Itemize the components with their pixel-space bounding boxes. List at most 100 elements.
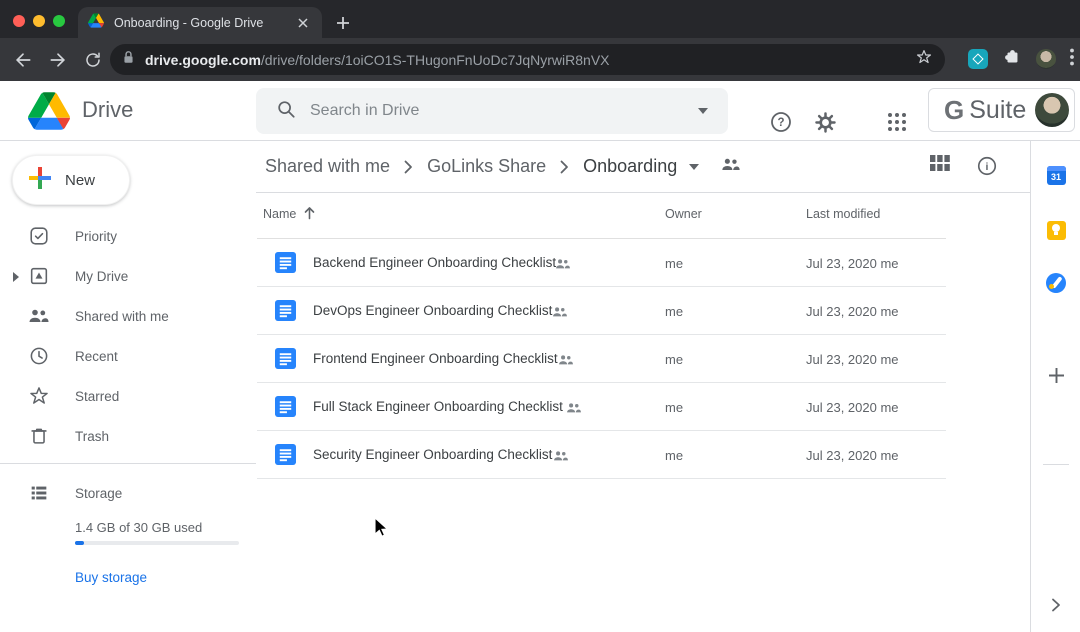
google-drive-window: Onboarding - Google Drive drive.google.c… [0,0,1080,632]
sidebar-label: Shared with me [75,309,169,324]
column-header-owner[interactable]: Owner [665,207,702,221]
priority-icon [27,224,51,248]
google-docs-icon [275,396,296,422]
search-input[interactable] [310,102,698,120]
bookmark-star-icon[interactable] [915,48,933,71]
side-panel-rail: 31 [1030,141,1080,632]
file-list: Backend Engineer Onboarding Checklist me… [257,239,946,479]
gsuite-label: Suite [969,96,1035,125]
new-tab-button[interactable] [332,12,354,34]
table-row[interactable]: Backend Engineer Onboarding Checklist me… [257,239,946,287]
tab-close-icon[interactable] [294,14,312,32]
sidebar-label: Trash [75,429,109,444]
column-header-modified[interactable]: Last modified [806,207,880,221]
file-owner: me [665,448,683,463]
help-icon[interactable]: ? [769,110,793,134]
file-name: Frontend Engineer Onboarding Checklist [313,351,558,366]
settings-gear-icon[interactable] [813,110,837,134]
search-options-caret-icon[interactable] [698,108,708,114]
sidebar-item-recent[interactable]: Recent [0,336,240,376]
sidebar-item-shared-with-me[interactable]: Shared with me [0,296,240,336]
new-button-label: New [65,172,95,189]
search-box[interactable] [256,88,728,134]
grid-view-icon[interactable] [930,155,950,182]
shared-people-icon [552,305,568,323]
file-owner: me [665,256,683,271]
google-docs-icon [275,348,296,374]
browser-tab[interactable]: Onboarding - Google Drive [78,7,322,38]
table-row[interactable]: Frontend Engineer Onboarding Checklist m… [257,335,946,383]
table-row[interactable]: Full Stack Engineer Onboarding Checklist… [257,383,946,431]
zoom-window-button[interactable] [53,15,65,27]
minimize-window-button[interactable] [33,15,45,27]
breadcrumb-shared-with-me[interactable]: Shared with me [265,156,390,177]
google-docs-icon [275,252,296,278]
svg-text:?: ? [777,117,784,129]
sidebar-item-starred[interactable]: Starred [0,376,240,416]
sidebar-divider [0,463,256,464]
shared-people-icon [553,449,569,467]
info-icon[interactable]: i [976,155,998,182]
address-bar[interactable]: drive.google.com/drive/folders/1oiCO1S-T… [110,44,945,75]
search-icon[interactable] [276,99,296,124]
reload-button[interactable] [80,47,106,73]
breadcrumb: Shared with me GoLinks Share Onboarding [256,141,1030,193]
new-button[interactable]: New [12,155,130,205]
svg-text:i: i [986,161,989,173]
mouse-cursor [374,517,390,544]
gsuite-g-logo: G [944,95,964,126]
drive-logo[interactable] [28,92,70,135]
starred-icon [27,384,51,408]
file-name: Security Engineer Onboarding Checklist [313,447,552,462]
storage-icon [27,481,51,505]
column-header-name[interactable]: Name [263,207,296,221]
file-name: Full Stack Engineer Onboarding Checklist [313,399,563,414]
tasks-icon[interactable] [1044,271,1068,295]
folder-menu-caret-icon[interactable] [689,164,699,170]
keep-icon[interactable] [1044,218,1068,242]
close-window-button[interactable] [13,15,25,27]
sidebar-item-trash[interactable]: Trash [0,416,240,456]
gsuite-account-badge[interactable]: G Suite [928,88,1075,132]
file-name: DevOps Engineer Onboarding Checklist [313,303,552,318]
buy-storage-link[interactable]: Buy storage [75,570,147,585]
trash-icon [27,424,51,448]
shared-people-icon [566,401,582,419]
expand-arrow-icon[interactable] [13,272,19,282]
url-path: /drive/folders/1oiCO1S-THugonFnUoDc7JqNy… [261,52,610,68]
account-avatar[interactable] [1035,93,1069,127]
browser-profile-avatar[interactable] [1036,49,1056,69]
storage-label: Storage [75,486,122,501]
sidebar-item-priority[interactable]: Priority [0,216,240,256]
file-modified: Jul 23, 2020 me [806,304,899,319]
url-domain: drive.google.com [145,52,261,68]
sidebar-label: My Drive [75,269,128,284]
table-row[interactable]: Security Engineer Onboarding Checklist m… [257,431,946,479]
forward-button[interactable] [45,47,71,73]
extensions-puzzle-icon[interactable] [1002,47,1022,72]
table-row[interactable]: DevOps Engineer Onboarding Checklist me … [257,287,946,335]
sidebar-item-my-drive[interactable]: My Drive [0,256,240,296]
hide-panel-chevron-icon[interactable] [1044,593,1068,617]
file-modified: Jul 23, 2020 me [806,256,899,271]
drive-header: Drive ? [0,81,1080,141]
file-owner: me [665,400,683,415]
back-button[interactable] [10,47,36,73]
breadcrumb-onboarding[interactable]: Onboarding [583,156,677,177]
breadcrumb-golinks-share[interactable]: GoLinks Share [427,156,546,177]
storage-progress-fill [75,541,84,545]
google-docs-icon [275,444,296,470]
calendar-icon[interactable]: 31 [1044,163,1068,187]
storage-progress-bar [75,541,239,545]
google-apps-grid-icon[interactable] [885,110,909,134]
file-modified: Jul 23, 2020 me [806,352,899,367]
sidebar-item-storage[interactable]: Storage [0,473,240,513]
file-name: Backend Engineer Onboarding Checklist [313,255,556,270]
browser-menu-icon[interactable] [1070,48,1074,71]
browser-tab-strip: Onboarding - Google Drive [0,0,1080,38]
get-add-ons-plus-icon[interactable] [1044,363,1068,387]
sort-ascending-icon[interactable] [303,206,316,225]
lock-icon [122,50,135,70]
file-modified: Jul 23, 2020 me [806,448,899,463]
golinks-extension-icon[interactable] [968,49,988,69]
